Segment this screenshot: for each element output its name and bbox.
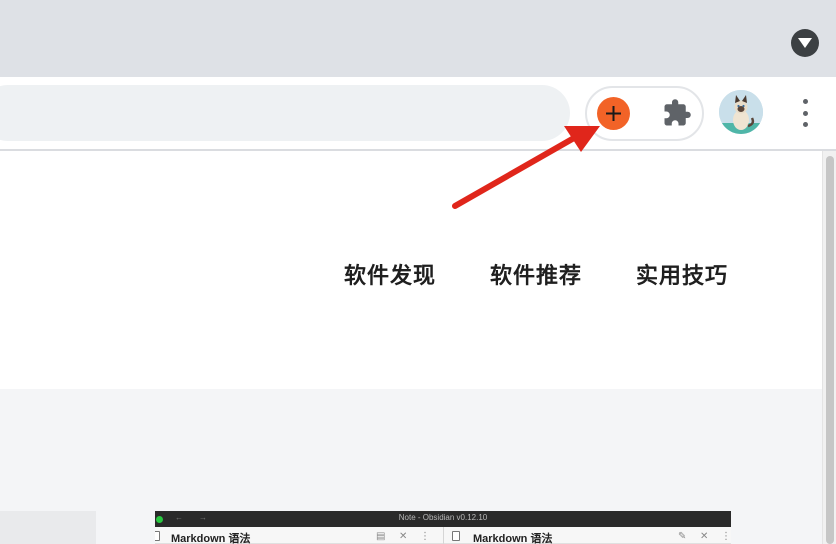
document-icon [452,531,460,541]
tab-search-button[interactable] [791,29,819,57]
close-icon: ✕ [399,531,408,542]
browser-window: 软件发现 软件推荐 实用技巧 ← → Note - Obsidian v0.12… [0,0,836,544]
address-bar[interactable] [0,85,570,141]
more-icon: ⋮ [420,531,430,542]
browser-menu-button[interactable] [794,96,816,130]
article-screenshot: ← → Note - Obsidian v0.12.10 Markdown 语法… [155,511,731,544]
add-extension-button[interactable] [597,97,630,130]
nav-item-software-recommend[interactable]: 软件推荐 [490,258,582,290]
cat-avatar-icon [719,90,763,134]
dot [802,99,808,104]
left-pane-title: Markdown 语法 [171,533,251,544]
extensions-button[interactable] [661,97,693,129]
profile-avatar[interactable] [719,90,763,134]
dot [802,122,808,127]
nav-item-practical-tips[interactable]: 实用技巧 [636,258,728,290]
edit-icon: ✎ [678,531,687,542]
dot [802,110,808,116]
chevron-down-icon [798,38,812,48]
obsidian-window-title: Note - Obsidian v0.12.10 [398,513,488,522]
sidebar-card [0,511,96,544]
plus-icon [606,106,621,121]
preview-icon: ▤ [376,531,386,542]
puzzle-icon [664,99,691,126]
tab-strip [0,0,836,77]
right-pane-title: Markdown 语法 [473,533,553,544]
scrollbar-thumb[interactable] [826,156,834,544]
close-icon: ✕ [700,531,709,542]
more-icon: ⋮ [721,531,731,542]
nav-item-software-discovery[interactable]: 软件发现 [344,258,436,290]
document-icon [155,531,160,541]
